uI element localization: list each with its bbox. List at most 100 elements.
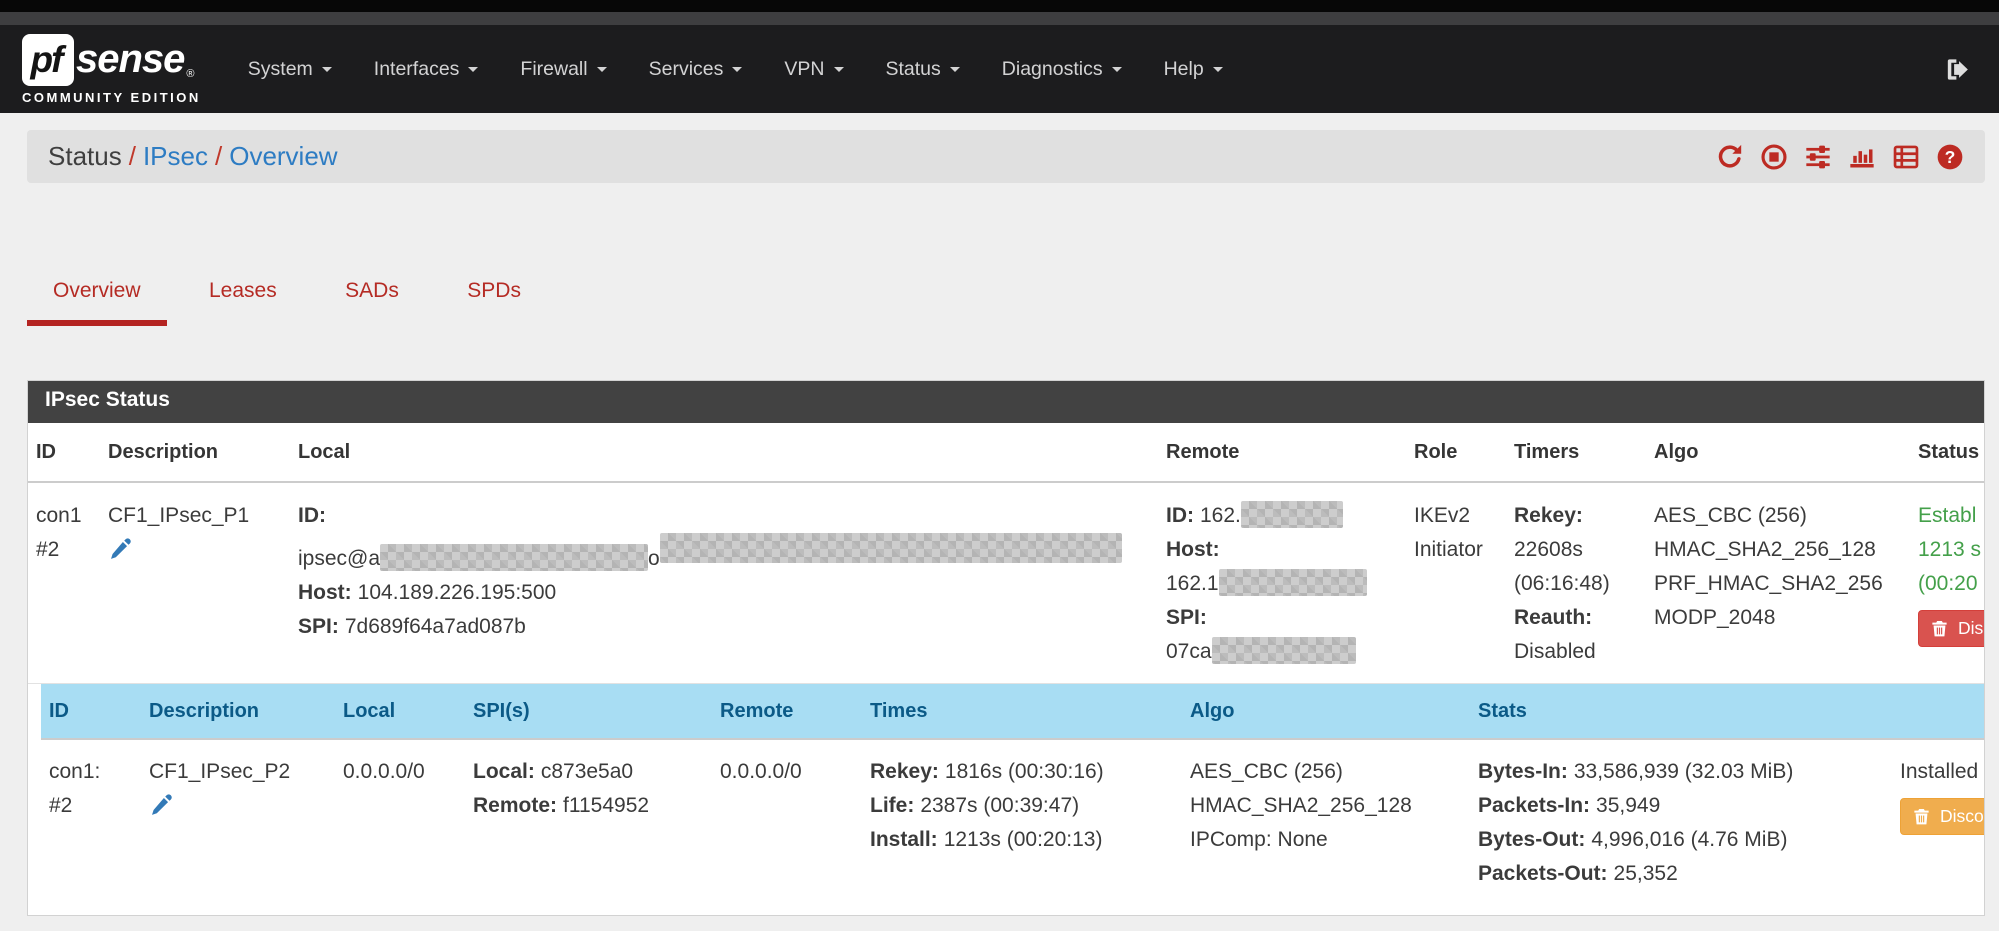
trash-icon [1912,807,1931,826]
chevron-down-icon [834,67,844,72]
menu-diagnostics[interactable]: Diagnostics [981,25,1143,113]
menu-firewall[interactable]: Firewall [499,25,627,113]
cell-role: IKEv2 Initiator [1406,482,1506,684]
sliders-icon[interactable] [1804,143,1832,171]
chevron-down-icon [1213,67,1223,72]
list-icon[interactable] [1892,143,1920,171]
chevron-down-icon [732,67,742,72]
col-local: Local [290,423,1158,482]
trash-icon [1930,619,1949,638]
pf-logo-box: pf [22,34,74,86]
menu-help[interactable]: Help [1143,25,1244,113]
disconnect-button[interactable]: Dis [1918,610,1984,647]
pencil-icon[interactable] [108,536,133,572]
breadcrumb-link-overview[interactable]: Overview [229,141,337,172]
col-blank [1892,684,1984,739]
cell-remote: 0.0.0.0/0 [712,739,862,906]
stop-icon[interactable] [1760,143,1788,171]
main-menu: System Interfaces Firewall Services VPN … [227,25,1244,113]
registered-mark: ® [186,68,194,80]
ipsec-child-sa-table: ID Description Local SPI(s) Remote Times… [41,684,1984,906]
status-table-header: ID Description Local Remote Role Timers … [28,423,1984,482]
cell-local: 0.0.0.0/0 [335,739,465,906]
col-id: ID [41,684,141,739]
status-installed: Installed [1900,755,1984,789]
panel-title: IPsec Status [28,381,1984,423]
col-description: Description [100,423,290,482]
col-role: Role [1406,423,1506,482]
cell-algo: AES_CBC (256) HMAC_SHA2_256_128 IPComp: … [1182,739,1470,906]
pencil-icon[interactable] [149,792,174,828]
col-description: Description [141,684,335,739]
cell-times: Rekey:1816s (00:30:16) Life:2387s (00:39… [862,739,1182,906]
redacted-block [1212,637,1356,664]
community-edition-label: COMMUNITY EDITION [22,90,201,105]
page-action-icons: ? [1716,143,1964,171]
cell-description: CF1_IPsec_P2 [141,739,335,906]
sense-logo-text: sense [76,37,184,82]
tab-leases[interactable]: Leases [183,279,303,320]
chevron-down-icon [597,67,607,72]
chevron-down-icon [322,67,332,72]
help-icon[interactable]: ? [1936,143,1964,171]
redacted-block [660,533,1122,563]
cell-id: con1 #2 [28,482,100,684]
col-algo: Algo [1646,423,1910,482]
cell-local: ID: ipsec@ao Host:104.189.226.195:500 SP… [290,482,1158,684]
table-row: con1: #2 CF1_IPsec_P2 [41,739,1984,906]
breadcrumb-separator: / [122,141,143,172]
col-times: Times [862,684,1182,739]
col-algo: Algo [1182,684,1470,739]
disconnect-button[interactable]: Disco [1900,798,1984,835]
window-title-strip [0,12,1999,25]
col-stats: Stats [1470,684,1892,739]
sign-out-icon[interactable] [1944,56,1971,83]
pf-logo-text: pf [31,39,66,81]
cell-id: con1: #2 [41,739,141,906]
tab-spds[interactable]: SPDs [441,279,547,320]
menu-vpn[interactable]: VPN [763,25,864,113]
status-table-scroll-area[interactable]: ID Description Local Remote Role Timers … [28,423,1984,906]
cell-child-status: Installed Disco [1892,739,1984,906]
chevron-down-icon [1112,67,1122,72]
redacted-block [1241,501,1343,528]
menu-system[interactable]: System [227,25,353,113]
col-id: ID [28,423,100,482]
cell-timers: Rekey: 22608s (06:16:48) Reauth: Disable… [1506,482,1646,684]
cell-status: Establ 1213 s (00:20 Dis [1910,482,1984,684]
status-established: Establ [1918,499,1984,533]
cell-description: CF1_IPsec_P1 [100,482,290,684]
svg-text:?: ? [1945,146,1956,166]
ipsec-tabs: Overview Leases SADs SPDs [27,279,1985,326]
cell-stats: Bytes-In:33,586,939 (32.03 MiB) Packets-… [1470,739,1892,906]
breadcrumb-link-ipsec[interactable]: IPsec [143,141,208,172]
window-top-strip [0,0,1999,12]
col-remote: Remote [1158,423,1406,482]
top-navbar: pf sense ® COMMUNITY EDITION System Inte… [0,25,1999,113]
child-table-row: ID Description Local SPI(s) Remote Times… [28,684,1984,907]
menu-services[interactable]: Services [628,25,764,113]
cell-spis: Local:c873e5a0 Remote:f1154952 [465,739,712,906]
ipsec-status-panel: IPsec Status ID Description Local Remote… [27,380,1985,916]
col-local: Local [335,684,465,739]
menu-interfaces[interactable]: Interfaces [353,25,500,113]
breadcrumb-section: Status [48,141,122,172]
menu-status[interactable]: Status [865,25,981,113]
redacted-block [1219,569,1367,596]
bar-chart-icon[interactable] [1848,143,1876,171]
child-table-header: ID Description Local SPI(s) Remote Times… [41,684,1984,739]
col-spis: SPI(s) [465,684,712,739]
local-id-value: ipsec@ao [298,533,1150,576]
table-row: con1 #2 CF1_IPsec_P1 ID: ipsec@ao [28,482,1984,684]
chevron-down-icon [950,67,960,72]
breadcrumb-bar: Status / IPsec / Overview ? [27,130,1985,183]
col-status: Status [1910,423,1984,482]
ipsec-status-table: ID Description Local Remote Role Timers … [28,423,1984,906]
breadcrumb-separator: / [208,141,229,172]
pfsense-logo[interactable]: pf sense ® COMMUNITY EDITION [22,34,201,105]
chevron-down-icon [468,67,478,72]
refresh-icon[interactable] [1716,143,1744,171]
tab-overview[interactable]: Overview [27,279,167,326]
tab-sads[interactable]: SADs [319,279,425,320]
cell-algo: AES_CBC (256) HMAC_SHA2_256_128 PRF_HMAC… [1646,482,1910,684]
